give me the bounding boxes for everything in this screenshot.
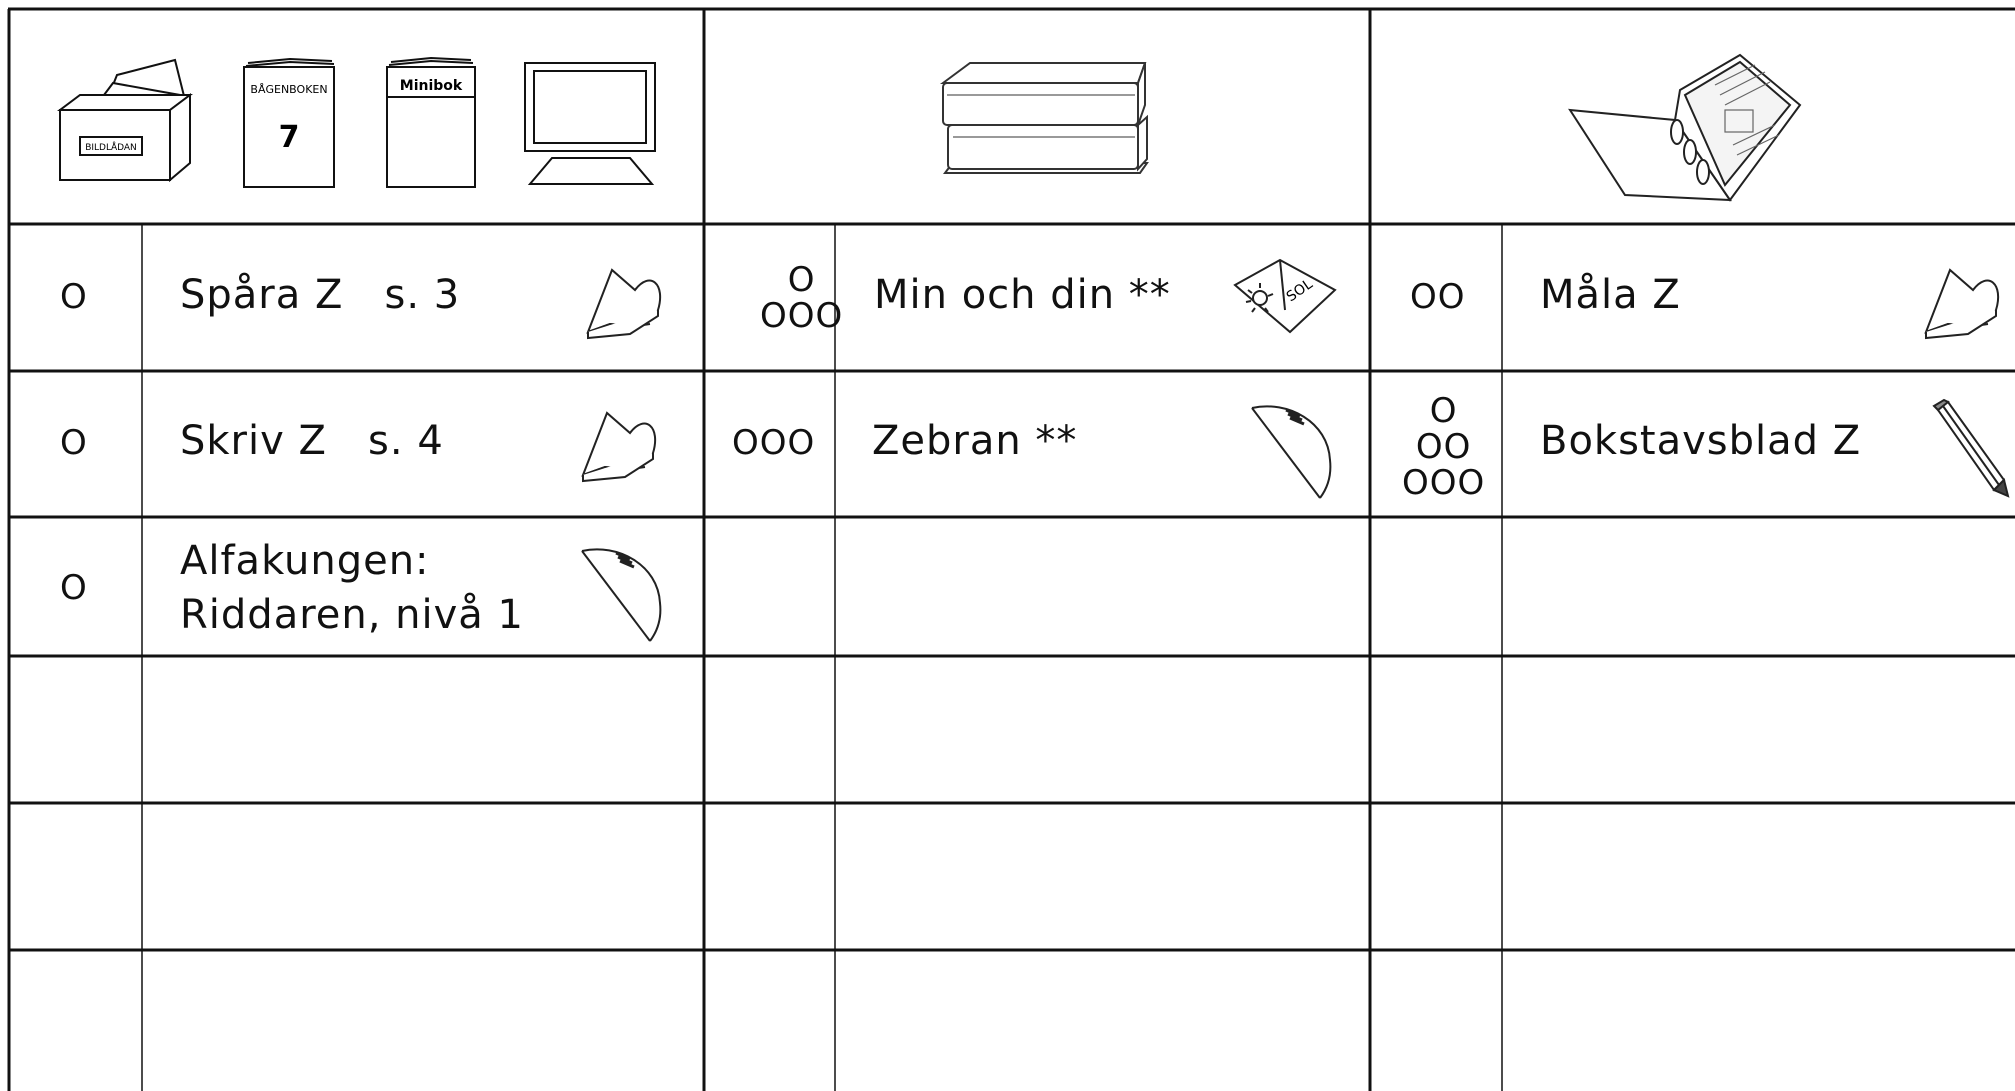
computer-icon — [524, 62, 656, 185]
row1-col3-task: Måla Z — [1540, 272, 1681, 318]
heart-icon — [1924, 268, 2000, 340]
bildladan-box-icon: BILDLÅDAN — [57, 58, 193, 183]
level-2: OO — [1415, 427, 1472, 467]
heart-icon — [586, 268, 662, 340]
row2-col1-task: Skriv Z s. 4 — [180, 418, 444, 464]
binder-icon — [1568, 53, 1802, 202]
level-1: O — [1429, 391, 1458, 431]
row1-col1-task: Spåra Z s. 3 — [180, 272, 461, 318]
planning-sheet: BILDLÅDAN BÅGENBOKEN 7 Minibok O Spåra Z… — [0, 0, 2015, 1091]
level-bottom: OOO — [760, 296, 844, 336]
bagenboken-number: 7 — [279, 120, 300, 155]
row2-col3-level: O OO OOO — [1402, 393, 1485, 501]
bagenboken-book-icon: BÅGENBOKEN 7 — [243, 57, 335, 188]
bow-icon — [1251, 405, 1332, 499]
bildladan-label: BILDLÅDAN — [85, 141, 137, 153]
pencil-icon — [1932, 398, 2010, 498]
row3-col1-level: O — [60, 568, 88, 608]
heart-icon — [581, 411, 657, 483]
row2-col1-level: O — [60, 423, 88, 463]
books-stack-icon — [939, 62, 1149, 174]
row1-col1-level: O — [60, 277, 88, 317]
minibok-label: Minibok — [400, 78, 463, 94]
row3-col1-task-line2: Riddaren, nivå 1 — [180, 592, 524, 638]
row3-col1-task-line1: Alfakungen: — [180, 538, 430, 584]
row1-col2-level: O OOO — [760, 262, 843, 334]
row2-col2-task: Zebran ** — [872, 418, 1078, 464]
row2-col3-task: Bokstavsblad Z — [1540, 418, 1862, 464]
row1-col2-task: Min och din ** — [874, 272, 1171, 318]
level-3: OOO — [1402, 463, 1486, 503]
minibok-book-icon: Minibok — [386, 56, 476, 188]
bow-icon — [581, 548, 662, 642]
level-top: O — [787, 260, 816, 300]
bagenboken-label: BÅGENBOKEN — [250, 83, 327, 96]
sol-book-icon: SOL — [1233, 258, 1337, 334]
row2-col2-level: OOO — [732, 423, 816, 463]
row1-col3-level: OO — [1410, 277, 1466, 317]
